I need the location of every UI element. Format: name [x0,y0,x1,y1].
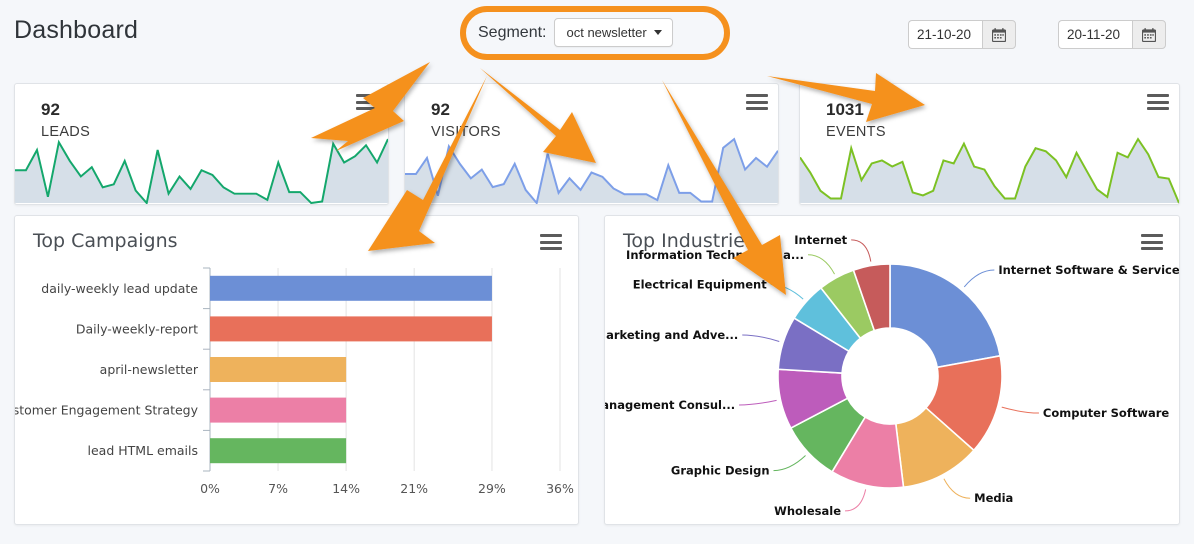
bar-category-label: lead HTML emails [88,443,198,458]
donut-slice-label: Electrical Equipment [633,277,767,291]
date-from-calendar-button[interactable] [982,20,1016,49]
x-axis-tick-label: 14% [332,481,360,496]
x-axis-tick-label: 29% [478,481,506,496]
hamburger-menu-icon[interactable] [540,234,562,250]
date-to-input[interactable]: 20-11-20 [1058,20,1132,49]
donut-slice-label: Wholesale [774,504,841,518]
hamburger-menu-icon[interactable] [356,94,378,110]
x-axis-tick-label: 21% [400,481,428,496]
donut-slice-label: Media [974,491,1013,505]
bar[interactable] [210,397,347,423]
donut-slice-label: Internet Software & Services [998,263,1180,277]
date-from-group: 21-10-20 [908,20,1016,49]
donut-slice-label: Information Technology a... [626,248,804,262]
sparkline-chart [800,137,1179,204]
bar-chart: 0% 7% 14% 21% 29% 36% daily-weekly lead update… [15,267,574,496]
date-to-calendar-button[interactable] [1132,20,1166,49]
donut-slice-label: Internet [794,233,847,247]
donut-slice-label: Computer Software [1043,406,1169,420]
bar-category-label: april-newsletter [100,362,199,377]
donut-chart: Internet Software & Services Computer Sof… [605,233,1180,518]
donut-slice[interactable] [889,263,1002,369]
page-title: Dashboard [14,16,139,44]
date-to-group: 20-11-20 [1058,20,1166,49]
dashboard-page: Dashboard Segment: oct newsletter 21-10-… [0,0,1194,544]
chevron-down-icon [653,30,662,35]
stat-card-events[interactable]: 1031 EVENTS [799,83,1180,205]
stat-card-leads[interactable]: 92 LEADS [14,83,389,205]
hamburger-menu-icon[interactable] [1147,94,1169,110]
date-from-input[interactable]: 21-10-20 [908,20,982,49]
bar[interactable] [210,275,492,301]
donut-slice-label: Management Consul... [605,398,735,412]
panel-top-campaigns: Top Campaigns 0% 7% 14% 21% 29% 36% daily-week… [14,215,579,525]
x-axis-tick-label: 36% [546,481,574,496]
bar-category-label: Daily-weekly-report [76,321,198,336]
donut-slice-label: Marketing and Adve... [605,328,738,342]
bar[interactable] [210,316,492,342]
x-axis-tick-label: 0% [200,481,220,496]
sparkline-chart [405,137,778,204]
segment-selected-value: oct newsletter [566,25,647,40]
bar-category-label: Customer Engagement Strategy [15,403,199,418]
page-header: Dashboard Segment: oct newsletter 21-10-… [0,0,1194,68]
bar[interactable] [210,357,347,382]
panel-top-industries: Top Industries Internet Software & Servi… [604,215,1180,525]
hamburger-menu-icon[interactable] [746,94,768,110]
calendar-icon [992,27,1006,42]
calendar-icon [1142,27,1156,42]
segment-filter: Segment: oct newsletter [478,18,673,47]
donut-slice-label: Graphic Design [671,464,770,478]
segment-select[interactable]: oct newsletter [554,18,673,47]
panel-title: Top Campaigns [33,230,178,252]
x-axis-tick-label: 7% [268,481,288,496]
bar-category-label: daily-weekly lead update [41,281,198,296]
segment-label: Segment: [478,23,547,41]
sparkline-chart [15,138,388,204]
bar[interactable] [210,438,347,464]
stat-card-visitors[interactable]: 92 VISITORS [404,83,779,205]
